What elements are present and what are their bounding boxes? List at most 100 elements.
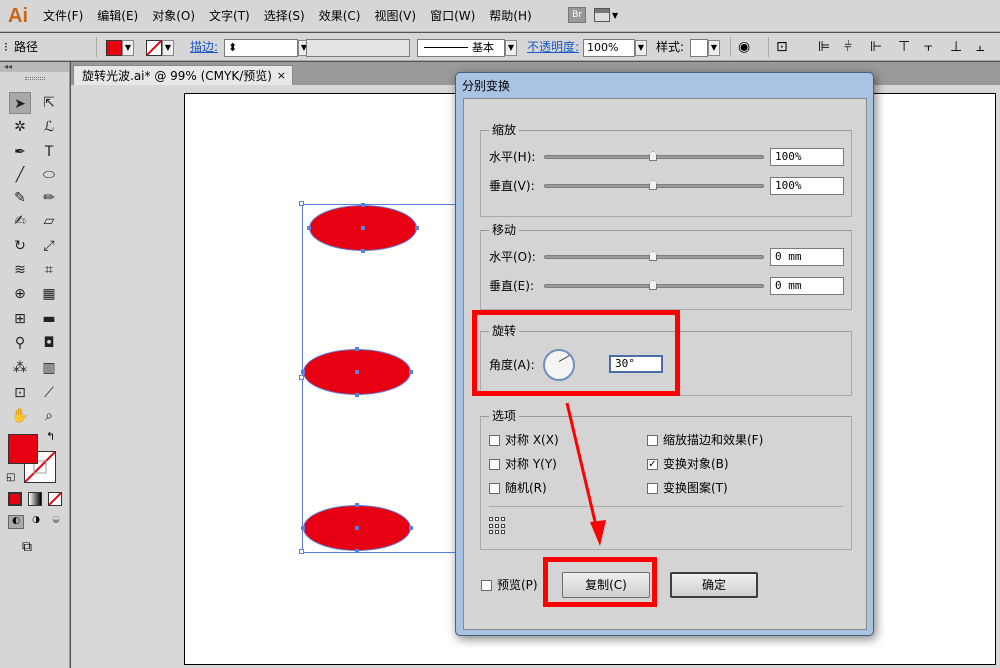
align-center-horizontal-icon[interactable]: ⫩	[844, 37, 852, 57]
align-right-icon[interactable]: ⊩	[870, 37, 882, 57]
align-center-vertical-icon[interactable]: ⫟	[924, 37, 932, 57]
selection-tool-icon[interactable]: ➤	[9, 92, 31, 114]
menu-help[interactable]: 帮助(H)	[482, 0, 538, 32]
direct-selection-tool-icon[interactable]: ⇱	[38, 92, 60, 114]
eyedropper-tool-icon[interactable]: ⚲	[9, 332, 31, 354]
opacity-input[interactable]: 100%	[583, 38, 635, 57]
screen-mode-icon[interactable]: ⧉	[22, 539, 32, 555]
move-horizontal-input[interactable]: 0 mm	[770, 248, 844, 266]
artboard-tool-icon[interactable]: ⊡	[9, 382, 31, 404]
eraser-tool-icon[interactable]: ▱	[38, 210, 60, 232]
move-horizontal-slider-thumb[interactable]	[649, 251, 657, 261]
scale-strokes-effects-checkbox[interactable]	[647, 435, 658, 446]
opacity-control[interactable]: 100% ▼	[583, 37, 647, 57]
menu-effect[interactable]: 效果(C)	[312, 0, 368, 32]
reference-point-locator-icon[interactable]	[489, 517, 507, 535]
transform-objects-checkbox[interactable]: ✓	[647, 459, 658, 470]
anchor-point[interactable]	[409, 370, 413, 374]
anchor-point[interactable]	[415, 226, 419, 230]
menu-type[interactable]: 文字(T)	[202, 0, 257, 32]
preview-checkbox[interactable]	[481, 580, 492, 591]
anchor-point[interactable]	[307, 226, 311, 230]
reflect-x-checkbox[interactable]	[489, 435, 500, 446]
swap-colors-icon[interactable]: ↰	[46, 430, 55, 443]
anchor-point[interactable]	[361, 249, 365, 253]
ellipse-tool-icon[interactable]: ⬭	[38, 164, 60, 186]
red-ellipse-bottom[interactable]	[303, 505, 411, 551]
pen-tool-icon[interactable]: ✒	[9, 141, 31, 163]
random-checkbox[interactable]	[489, 483, 500, 494]
align-left-icon[interactable]: ⊫	[818, 37, 830, 57]
red-ellipse-middle[interactable]	[303, 349, 411, 395]
scale-horizontal-input[interactable]: 100%	[770, 148, 844, 166]
warp-tool-icon[interactable]: ≋	[9, 259, 31, 281]
align-top-icon[interactable]: ⊤	[898, 37, 910, 57]
distribute-icon[interactable]: ⫠	[976, 37, 984, 57]
menu-file[interactable]: 文件(F)	[36, 0, 90, 32]
zoom-tool-icon[interactable]: ⌕	[38, 405, 60, 427]
pencil-tool-icon[interactable]: ✏	[38, 187, 60, 209]
recolor-artwork-icon[interactable]: ◉	[738, 37, 750, 57]
draw-inside-icon[interactable]: ◒	[48, 515, 64, 529]
paintbrush-tool-icon[interactable]: ✎	[9, 187, 31, 209]
anchor-point[interactable]	[355, 347, 359, 351]
perspective-grid-tool-icon[interactable]: ▦	[38, 283, 60, 305]
menu-object[interactable]: 对象(O)	[145, 0, 202, 32]
anchor-point[interactable]	[361, 203, 365, 207]
scale-horizontal-slider-thumb[interactable]	[649, 151, 657, 161]
gradient-mode-icon[interactable]	[28, 492, 42, 506]
gradient-tool-icon[interactable]: ▬	[38, 308, 60, 330]
workspace-switcher-button[interactable]: ▼	[594, 7, 624, 23]
ok-button[interactable]: 确定	[670, 572, 758, 598]
graphic-style-picker[interactable]: ▼	[690, 37, 720, 57]
color-mode-icon[interactable]	[8, 492, 22, 506]
none-mode-icon[interactable]	[48, 492, 62, 506]
free-transform-tool-icon[interactable]: ⌗	[38, 259, 60, 281]
variable-width-profile[interactable]	[306, 37, 410, 57]
document-tab[interactable]: 旋转光波.ai* @ 99% (CMYK/预览) ×	[73, 65, 293, 85]
anchor-point[interactable]	[301, 370, 305, 374]
blend-tool-icon[interactable]: ◘	[38, 332, 60, 354]
close-icon[interactable]: ×	[277, 66, 286, 86]
variable-width-dropdown[interactable]	[306, 38, 410, 57]
align-to-icon[interactable]: ⊡	[776, 37, 788, 57]
shape-builder-tool-icon[interactable]: ⊕	[9, 283, 31, 305]
lasso-tool-icon[interactable]: ℒ	[38, 116, 60, 138]
slice-tool-icon[interactable]: ⟋	[38, 382, 60, 404]
hand-tool-icon[interactable]: ✋	[9, 405, 31, 427]
align-bottom-icon[interactable]: ⊥	[950, 37, 962, 57]
bbox-handle[interactable]	[299, 201, 304, 206]
draw-behind-icon[interactable]: ◑	[28, 515, 44, 529]
mesh-tool-icon[interactable]: ⊞	[9, 308, 31, 330]
bridge-button[interactable]: Br	[568, 7, 586, 23]
menu-edit[interactable]: 编辑(E)	[90, 0, 145, 32]
default-colors-icon[interactable]: ◱	[6, 472, 15, 483]
line-tool-icon[interactable]: ╱	[9, 164, 31, 186]
column-graph-tool-icon[interactable]: ▥	[38, 357, 60, 379]
menu-select[interactable]: 选择(S)	[257, 0, 312, 32]
stroke-weight-input[interactable]: ⬍	[224, 38, 298, 57]
scale-tool-icon[interactable]: ⤢	[38, 235, 60, 257]
magic-wand-tool-icon[interactable]: ✲	[9, 116, 31, 138]
scale-vertical-slider-thumb[interactable]	[649, 180, 657, 190]
panel-collapse-toggle[interactable]: ◂◂	[0, 62, 69, 72]
type-tool-icon[interactable]: T	[38, 141, 60, 163]
stroke-panel-link[interactable]: 描边:	[190, 37, 218, 57]
fill-color-picker[interactable]: ▼	[106, 37, 134, 57]
symbol-sprayer-tool-icon[interactable]: ⁂	[9, 357, 31, 379]
anchor-point[interactable]	[409, 526, 413, 530]
anchor-point[interactable]	[355, 503, 359, 507]
menu-window[interactable]: 窗口(W)	[423, 0, 482, 32]
brush-definition-dropdown[interactable]: 基本 ▼	[417, 37, 517, 57]
stroke-weight-stepper[interactable]: ⬍ ▼	[224, 37, 310, 57]
scale-vertical-input[interactable]: 100%	[770, 177, 844, 195]
red-ellipse-top[interactable]	[309, 205, 417, 251]
stroke-color-picker[interactable]: ▼	[146, 37, 174, 57]
menu-view[interactable]: 视图(V)	[367, 0, 423, 32]
anchor-point[interactable]	[355, 393, 359, 397]
opacity-panel-link[interactable]: 不透明度:	[527, 37, 579, 57]
bbox-handle[interactable]	[299, 549, 304, 554]
draw-normal-icon[interactable]: ◐	[8, 515, 24, 529]
anchor-point[interactable]	[355, 549, 359, 553]
move-vertical-input[interactable]: 0 mm	[770, 277, 844, 295]
